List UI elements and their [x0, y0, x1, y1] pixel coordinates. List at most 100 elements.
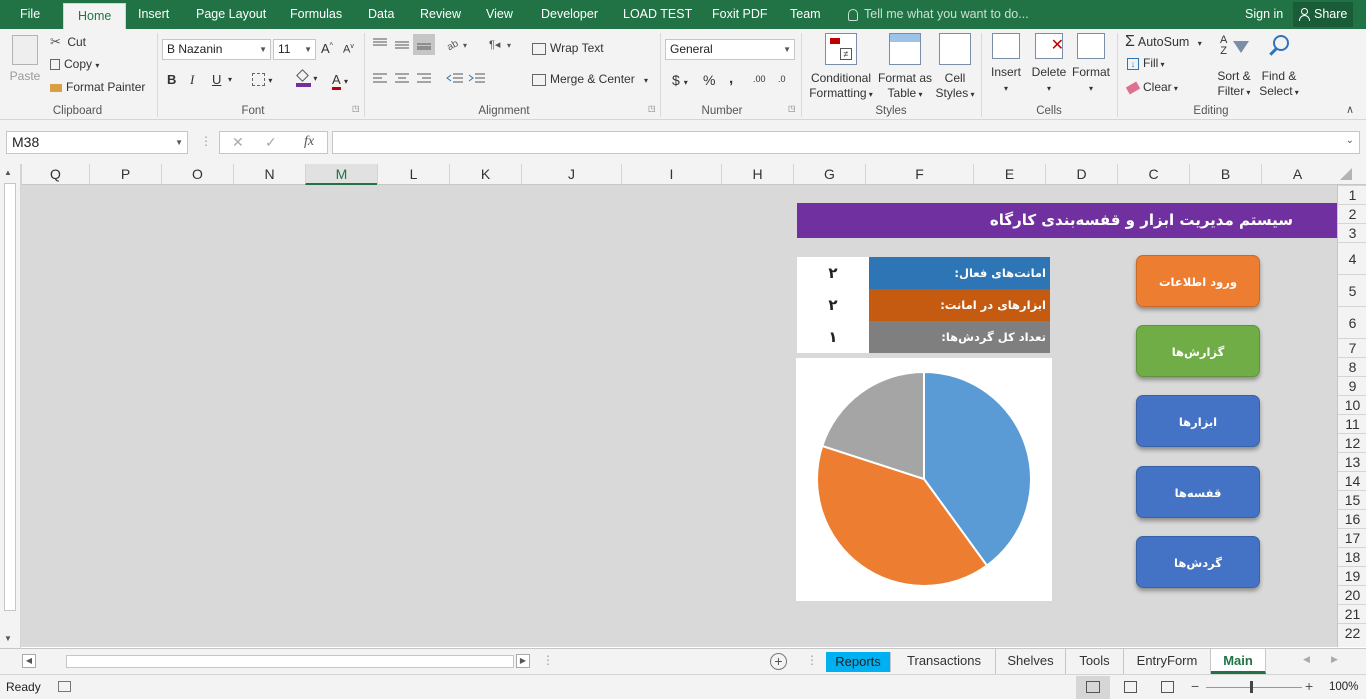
row-header-12[interactable]: 12 — [1338, 433, 1366, 452]
column-header-j[interactable]: J — [521, 164, 621, 185]
column-header-i[interactable]: I — [621, 164, 721, 185]
decrease-indent-icon[interactable] — [446, 72, 464, 89]
find-select-button[interactable]: Find & Select ▾ — [1256, 33, 1302, 100]
column-header-m[interactable]: M — [305, 164, 377, 185]
underline-button[interactable]: U — [212, 72, 221, 87]
clear-button[interactable]: Clear ▾ — [1125, 80, 1178, 95]
scroll-thumb[interactable] — [4, 183, 16, 611]
increase-indent-icon[interactable] — [468, 72, 486, 89]
zoom-slider-thumb[interactable] — [1250, 681, 1253, 693]
normal-view-button[interactable] — [1076, 676, 1110, 699]
zoom-out-icon[interactable]: − — [1191, 678, 1199, 694]
align-top-icon[interactable] — [372, 37, 388, 54]
column-header-e[interactable]: E — [973, 164, 1045, 185]
decrease-decimal-button[interactable]: .0 — [778, 74, 786, 84]
format-as-table-button[interactable]: Format as Table ▾ — [876, 33, 934, 102]
row-header-22[interactable]: 22 — [1338, 623, 1366, 642]
reports-button[interactable]: گزارش‌ها — [1136, 325, 1260, 377]
row-header-17[interactable]: 17 — [1338, 528, 1366, 547]
zoom-level[interactable]: 100% — [1329, 681, 1358, 693]
sheet-tab-entryform[interactable]: EntryForm — [1124, 649, 1211, 674]
row-header-10[interactable]: 10 — [1338, 395, 1366, 414]
column-header-f[interactable]: F — [865, 164, 973, 185]
align-center-icon[interactable] — [394, 72, 410, 89]
row-header-14[interactable]: 14 — [1338, 471, 1366, 490]
scroll-up-icon[interactable]: ▲ — [4, 168, 12, 177]
font-name-select[interactable]: B Nazanin ▼ — [162, 39, 271, 60]
collapse-ribbon-icon[interactable]: ∧ — [1346, 103, 1354, 116]
tell-me-box[interactable]: Tell me what you want to do... — [848, 0, 1029, 29]
scroll-right-icon[interactable]: ▶ — [516, 654, 530, 668]
column-header-c[interactable]: C — [1117, 164, 1189, 185]
cancel-icon[interactable]: ✕ — [232, 134, 244, 151]
row-header-4[interactable]: 4 — [1338, 242, 1366, 274]
delete-cells-button[interactable]: ✕ Delete ▾ — [1028, 33, 1070, 96]
entry-button[interactable]: ورود اطلاعات — [1136, 255, 1260, 307]
tab-scroll-right-icon[interactable]: ▶ — [1331, 654, 1338, 665]
row-header-20[interactable]: 20 — [1338, 585, 1366, 604]
page-break-view-icon[interactable] — [1161, 681, 1174, 693]
row-header-21[interactable]: 21 — [1338, 604, 1366, 623]
sort-filter-button[interactable]: AZ Sort & Filter ▾ — [1212, 33, 1256, 100]
column-header-b[interactable]: B — [1189, 164, 1261, 185]
percent-button[interactable]: % — [703, 72, 715, 88]
tab-home[interactable]: Home — [63, 3, 127, 29]
tab-view[interactable]: View — [486, 0, 513, 29]
paste-button[interactable]: Paste — [8, 35, 42, 84]
conditional-formatting-button[interactable]: ≠ Conditional Formatting ▾ — [806, 33, 876, 102]
bold-button[interactable]: B — [167, 72, 176, 87]
number-format-select[interactable]: General ▼ — [665, 39, 795, 60]
horizontal-scroll-thumb[interactable] — [66, 655, 514, 668]
column-header-q[interactable]: Q — [21, 164, 89, 185]
font-color-button[interactable]: A ▾ — [332, 72, 348, 90]
column-header-n[interactable]: N — [233, 164, 305, 185]
sheet-tab-shelves[interactable]: Shelves — [996, 649, 1066, 674]
underline-dropdown[interactable]: ▾ — [228, 75, 232, 84]
macro-record-icon[interactable] — [58, 681, 71, 692]
fill-color-button[interactable]: ▾ — [296, 68, 317, 87]
align-right-icon[interactable] — [416, 72, 432, 89]
align-bottom-icon[interactable] — [413, 34, 435, 55]
tab-review[interactable]: Review — [420, 0, 461, 29]
row-header-5[interactable]: 5 — [1338, 274, 1366, 306]
format-painter-button[interactable]: Format Painter — [50, 80, 145, 94]
column-header-a[interactable]: A — [1261, 164, 1333, 185]
tab-page-layout[interactable]: Page Layout — [196, 0, 266, 29]
tab-scroll-left-icon[interactable]: ◀ — [1303, 654, 1310, 665]
sign-in-link[interactable]: Sign in — [1245, 0, 1283, 29]
insert-function-button[interactable]: fx — [304, 134, 314, 150]
currency-button[interactable]: $ ▾ — [672, 72, 688, 88]
vertical-scrollbar[interactable]: ▲ ▼ — [0, 164, 21, 648]
column-header-g[interactable]: G — [793, 164, 865, 185]
dialog-launcher-icon[interactable]: ◳ — [648, 104, 656, 113]
sheet-tab-main[interactable]: Main — [1211, 649, 1266, 674]
sheet-tab-reports[interactable]: Reports — [826, 652, 891, 672]
row-header-18[interactable]: 18 — [1338, 547, 1366, 566]
pie-chart[interactable] — [796, 358, 1052, 601]
column-header-k[interactable]: K — [449, 164, 521, 185]
scroll-down-icon[interactable]: ▼ — [4, 634, 12, 643]
row-header-19[interactable]: 19 — [1338, 566, 1366, 585]
tab-foxit-pdf[interactable]: Foxit PDF — [712, 0, 768, 29]
tab-insert[interactable]: Insert — [138, 0, 169, 29]
row-header-13[interactable]: 13 — [1338, 452, 1366, 471]
shelves-button[interactable]: قفسه‌ها — [1136, 466, 1260, 518]
italic-button[interactable]: I — [190, 72, 194, 88]
orientation-icon[interactable]: ab ▾ — [445, 37, 471, 54]
name-box[interactable]: M38 ▼ — [6, 131, 188, 154]
tab-team[interactable]: Team — [790, 0, 821, 29]
sheet-tab-tools[interactable]: Tools — [1066, 649, 1124, 674]
tab-data[interactable]: Data — [368, 0, 394, 29]
insert-cells-button[interactable]: Insert ▾ — [986, 33, 1026, 96]
align-middle-icon[interactable] — [394, 37, 410, 54]
row-header-3[interactable]: 3 — [1338, 223, 1366, 242]
tab-developer[interactable]: Developer — [541, 0, 598, 29]
row-header-7[interactable]: 7 — [1338, 338, 1366, 357]
tools-button[interactable]: ابزارها — [1136, 395, 1260, 447]
split-grip-icon[interactable]: ⋮ — [542, 653, 554, 667]
fill-button[interactable]: ↓ Fill ▾ — [1127, 56, 1165, 70]
borders-button[interactable]: ▾ — [252, 72, 272, 87]
autosum-button[interactable]: Σ AutoSum ▾ — [1125, 33, 1202, 51]
scroll-left-icon[interactable]: ◀ — [22, 654, 36, 668]
comma-button[interactable]: , — [729, 70, 733, 87]
